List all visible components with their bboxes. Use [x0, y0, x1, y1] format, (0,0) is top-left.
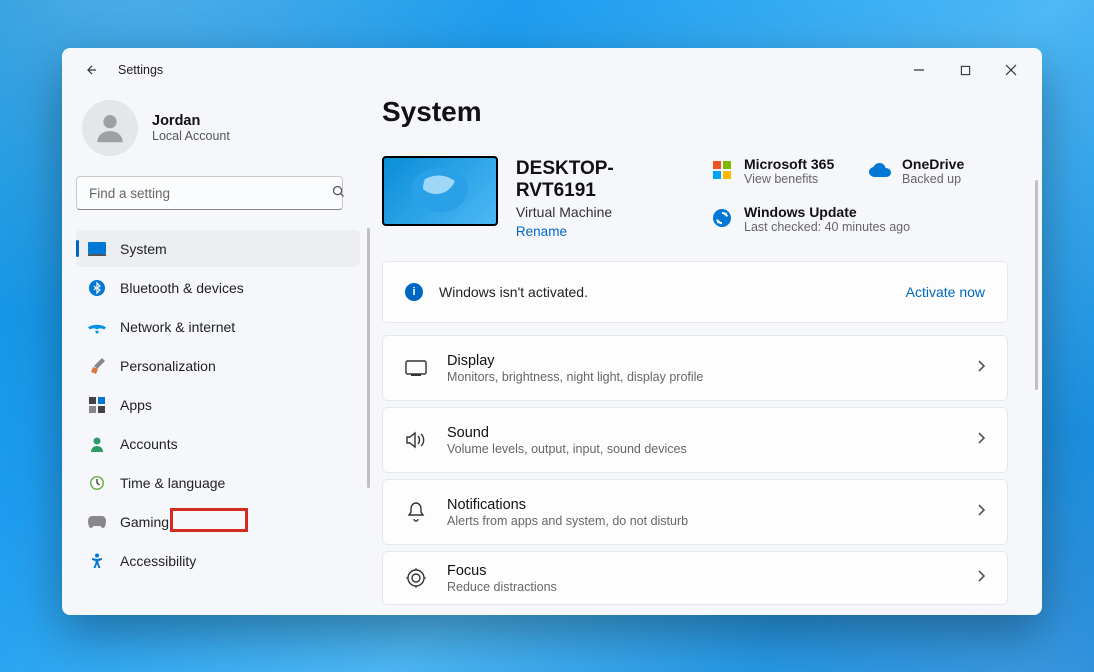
- promo-title: Windows Update: [744, 204, 910, 220]
- update-icon: [710, 206, 734, 230]
- sidebar: Jordan Local Account System Bluetooth & …: [62, 92, 372, 615]
- promo-title: Microsoft 365: [744, 156, 834, 172]
- promo-subtitle: View benefits: [744, 172, 834, 186]
- back-button[interactable]: [80, 58, 104, 82]
- nav-apps[interactable]: Apps: [76, 386, 360, 423]
- promo-m365[interactable]: Microsoft 365 View benefits: [710, 156, 860, 186]
- apps-icon: [88, 396, 106, 414]
- search-icon: [331, 184, 346, 204]
- focus-icon: [405, 567, 427, 589]
- page-title: System: [382, 96, 1008, 128]
- speaker-icon: [405, 429, 427, 451]
- activate-link[interactable]: Activate now: [906, 284, 985, 300]
- m365-icon: [710, 158, 734, 182]
- clock-icon: [88, 474, 106, 492]
- banner-text: Windows isn't activated.: [439, 284, 588, 300]
- chevron-right-icon: [977, 431, 985, 449]
- profile-name: Jordan: [152, 113, 230, 129]
- promo-onedrive[interactable]: OneDrive Backed up: [868, 156, 1008, 186]
- window-title: Settings: [118, 63, 163, 77]
- display-icon: [405, 357, 427, 379]
- gamepad-icon: [88, 513, 106, 531]
- nav: System Bluetooth & devices Network & int…: [76, 228, 372, 615]
- person-icon: [88, 435, 106, 453]
- setting-title: Sound: [447, 425, 687, 441]
- nav-system[interactable]: System: [76, 230, 360, 267]
- nav-time-language[interactable]: Time & language: [76, 464, 360, 501]
- nav-bluetooth[interactable]: Bluetooth & devices: [76, 269, 360, 306]
- cloud-icon: [868, 158, 892, 182]
- paintbrush-icon: [88, 357, 106, 375]
- promo-title: OneDrive: [902, 156, 964, 172]
- setting-subtitle: Reduce distractions: [447, 580, 557, 594]
- nav-accounts[interactable]: Accounts: [76, 425, 360, 462]
- accessibility-icon: [88, 552, 106, 570]
- setting-focus[interactable]: Focus Reduce distractions: [382, 551, 1008, 605]
- monitor-icon: [88, 240, 106, 258]
- maximize-button[interactable]: [942, 54, 988, 86]
- bluetooth-icon: [88, 279, 106, 297]
- setting-subtitle: Monitors, brightness, night light, displ…: [447, 370, 703, 384]
- nav-label: Apps: [120, 397, 152, 413]
- bell-icon: [405, 501, 427, 523]
- rename-link[interactable]: Rename: [516, 224, 567, 239]
- pc-name: DESKTOP-RVT6191: [516, 158, 692, 202]
- pc-thumbnail[interactable]: [382, 156, 498, 226]
- nav-label: Accessibility: [120, 553, 196, 569]
- nav-label: Bluetooth & devices: [120, 280, 244, 296]
- nav-label: System: [120, 241, 167, 257]
- setting-notifications[interactable]: Notifications Alerts from apps and syste…: [382, 479, 1008, 545]
- pc-type: Virtual Machine: [516, 204, 692, 220]
- setting-title: Display: [447, 353, 703, 369]
- system-summary: DESKTOP-RVT6191 Virtual Machine Rename M…: [382, 156, 1008, 241]
- nav-network[interactable]: Network & internet: [76, 308, 360, 345]
- chevron-right-icon: [977, 359, 985, 377]
- promo-windows-update[interactable]: Windows Update Last checked: 40 minutes …: [710, 204, 1008, 234]
- setting-title: Notifications: [447, 497, 688, 513]
- close-button[interactable]: [988, 54, 1034, 86]
- activation-banner: i Windows isn't activated. Activate now: [382, 261, 1008, 323]
- nav-label: Personalization: [120, 358, 216, 374]
- nav-label: Time & language: [120, 475, 225, 491]
- profile-subtitle: Local Account: [152, 129, 230, 143]
- setting-sound[interactable]: Sound Volume levels, output, input, soun…: [382, 407, 1008, 473]
- sidebar-scrollbar[interactable]: [367, 228, 370, 488]
- nav-accessibility[interactable]: Accessibility: [76, 542, 360, 579]
- nav-label: Accounts: [120, 436, 178, 452]
- promo-subtitle: Last checked: 40 minutes ago: [744, 220, 910, 234]
- promo-subtitle: Backed up: [902, 172, 964, 186]
- setting-subtitle: Alerts from apps and system, do not dist…: [447, 514, 688, 528]
- profile[interactable]: Jordan Local Account: [76, 92, 372, 176]
- content-scrollbar[interactable]: [1035, 180, 1038, 390]
- minimize-button[interactable]: [896, 54, 942, 86]
- nav-label: Network & internet: [120, 319, 235, 335]
- setting-display[interactable]: Display Monitors, brightness, night ligh…: [382, 335, 1008, 401]
- info-icon: i: [405, 283, 423, 301]
- titlebar: Settings: [62, 48, 1042, 92]
- setting-title: Focus: [447, 563, 557, 579]
- nav-gaming[interactable]: Gaming: [76, 503, 360, 540]
- window-controls: [896, 54, 1034, 86]
- nav-personalization[interactable]: Personalization: [76, 347, 360, 384]
- chevron-right-icon: [977, 503, 985, 521]
- settings-window: Settings Jordan Local Account: [62, 48, 1042, 615]
- chevron-right-icon: [977, 569, 985, 587]
- setting-subtitle: Volume levels, output, input, sound devi…: [447, 442, 687, 456]
- wifi-icon: [88, 318, 106, 336]
- search-input[interactable]: [76, 176, 343, 210]
- content: System DESKTOP-RVT6191 Virtual Machine R…: [372, 92, 1042, 615]
- avatar: [82, 100, 138, 156]
- nav-label: Gaming: [120, 514, 169, 530]
